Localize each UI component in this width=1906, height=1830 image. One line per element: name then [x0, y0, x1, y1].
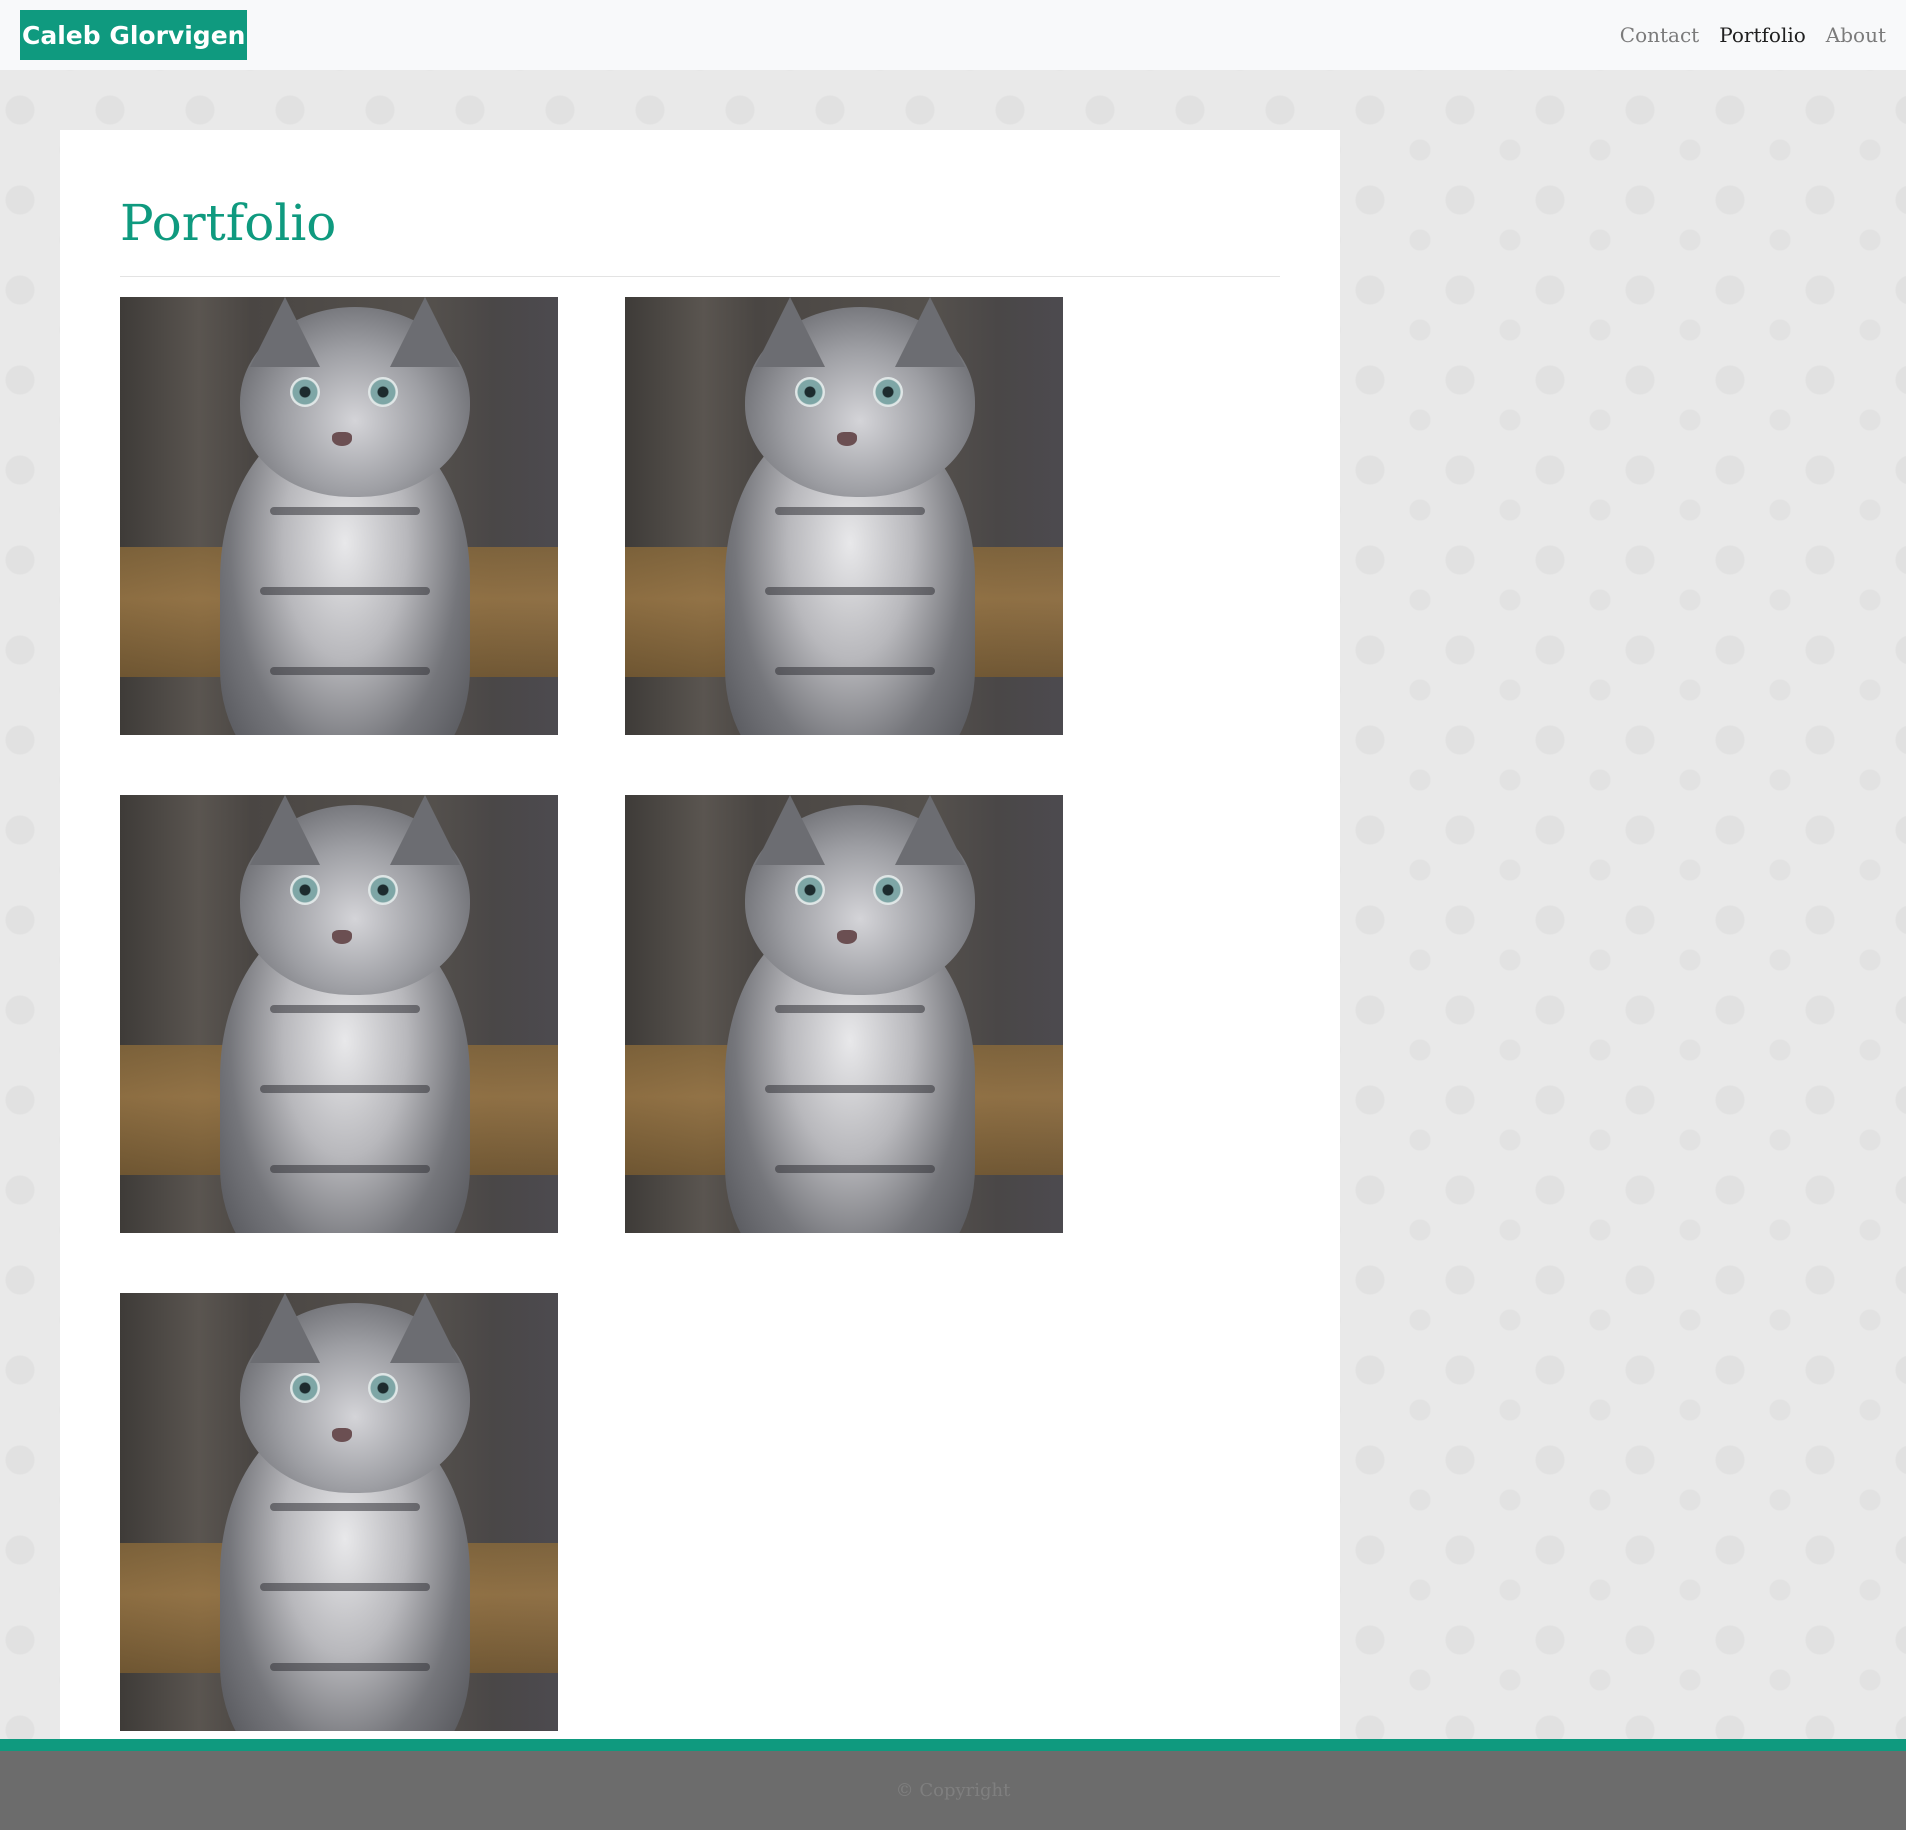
title-divider — [120, 276, 1280, 277]
brand-logo-link[interactable]: Caleb Glorvigen — [20, 10, 248, 60]
copyright-text: © Copyright — [895, 1780, 1011, 1801]
footer: © Copyright — [0, 1751, 1906, 1830]
nav-link-contact[interactable]: Contact — [1620, 23, 1699, 47]
portfolio-image[interactable] — [120, 297, 558, 735]
portfolio-image[interactable] — [625, 297, 1063, 735]
portfolio-image[interactable] — [120, 1293, 558, 1731]
portfolio-image[interactable] — [120, 795, 558, 1233]
nav-link-about[interactable]: About — [1826, 23, 1886, 47]
nav-link-portfolio[interactable]: Portfolio — [1719, 23, 1806, 47]
content-card: Portfolio — [60, 130, 1340, 1740]
navbar: Caleb Glorvigen Contact Portfolio About — [0, 0, 1906, 70]
nav-links: Contact Portfolio About — [1620, 23, 1886, 47]
footer-accent-bar — [0, 1739, 1906, 1751]
page-title: Portfolio — [120, 194, 337, 252]
portfolio-image[interactable] — [625, 795, 1063, 1233]
portfolio-gallery — [120, 297, 1280, 1731]
